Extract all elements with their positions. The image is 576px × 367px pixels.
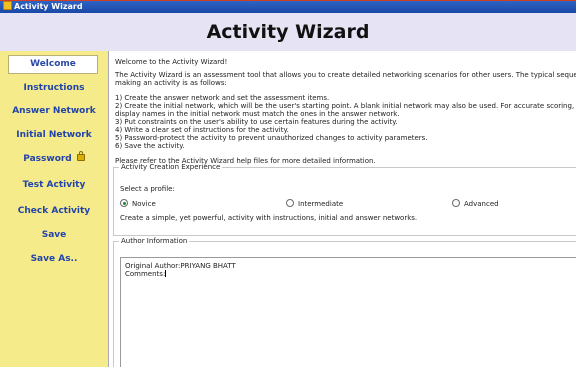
sidebar-item-label: Initial Network bbox=[16, 130, 92, 140]
step-text: display names in the initial network mus… bbox=[115, 110, 400, 118]
sidebar-item-welcome[interactable]: Welcome bbox=[8, 55, 98, 74]
comments-line: Comments: bbox=[125, 270, 167, 278]
sidebar-item-answer-network[interactable]: Answer Network bbox=[2, 103, 106, 120]
welcome-greeting: Welcome to the Activity Wizard! bbox=[115, 58, 228, 66]
sidebar-item-initial-network[interactable]: Initial Network bbox=[2, 127, 106, 144]
sidebar: Welcome Instructions Answer Network Init… bbox=[0, 51, 108, 367]
radio-advanced[interactable]: Advanced bbox=[452, 199, 499, 208]
comments-label: Comments: bbox=[125, 270, 166, 278]
page-title: Activity Wizard bbox=[206, 21, 370, 43]
intro-text: making an activity is as follows: bbox=[115, 79, 227, 87]
experience-group: Activity Creation Experience Select a pr… bbox=[113, 163, 576, 236]
sidebar-item-password[interactable]: Password bbox=[2, 151, 106, 168]
sidebar-item-instructions[interactable]: Instructions bbox=[2, 80, 106, 97]
radio-selected-icon bbox=[120, 199, 128, 207]
text-cursor bbox=[165, 270, 167, 277]
step-text: 4) Write a clear set of instructions for… bbox=[115, 126, 289, 134]
window-title-bar[interactable]: Activity Wizard bbox=[0, 1, 576, 13]
sidebar-item-save-as[interactable]: Save As.. bbox=[2, 251, 106, 268]
profile-description: Create a simple, yet powerful, activity … bbox=[120, 214, 418, 222]
step-text: 1) Create the answer network and set the… bbox=[115, 94, 330, 102]
radio-novice[interactable]: Novice bbox=[120, 199, 156, 208]
radio-icon bbox=[286, 199, 294, 207]
author-legend: Author Information bbox=[121, 237, 188, 245]
sidebar-item-label: Welcome bbox=[30, 59, 76, 69]
step-text: 3) Put constraints on the user's ability… bbox=[115, 118, 398, 126]
sidebar-item-label: Save bbox=[41, 230, 67, 240]
step-text: 5) Password-protect the activity to prev… bbox=[115, 134, 428, 142]
sidebar-item-test-activity[interactable]: Test Activity bbox=[2, 177, 106, 194]
step-text: 6) Save the activity. bbox=[115, 142, 185, 150]
sidebar-item-label: Check Activity bbox=[17, 206, 91, 216]
radio-label: Intermediate bbox=[298, 200, 344, 208]
app-icon bbox=[3, 1, 12, 10]
sidebar-item-label: Answer Network bbox=[12, 106, 96, 116]
sidebar-item-label: Save As.. bbox=[30, 254, 78, 264]
original-author: Original Author:PRIYANG BHATT bbox=[125, 262, 236, 270]
radio-intermediate[interactable]: Intermediate bbox=[286, 199, 343, 208]
author-text-area[interactable]: Original Author:PRIYANG BHATT Comments: bbox=[120, 257, 576, 367]
radio-label: Advanced bbox=[464, 200, 499, 208]
author-group: Author Information Original Author:PRIYA… bbox=[113, 237, 576, 367]
sidebar-item-label: Test Activity bbox=[22, 180, 86, 190]
lock-icon bbox=[76, 151, 85, 161]
sidebar-item-label: Instructions bbox=[23, 83, 85, 93]
profile-prompt: Select a profile: bbox=[120, 185, 175, 193]
intro-text: The Activity Wizard is an assessment too… bbox=[115, 71, 576, 79]
sidebar-item-label: Password bbox=[23, 154, 72, 164]
welcome-panel: Welcome to the Activity Wizard! The Acti… bbox=[108, 51, 576, 367]
radio-label: Novice bbox=[132, 200, 156, 208]
window-title: Activity Wizard bbox=[14, 2, 83, 11]
sidebar-item-check-activity[interactable]: Check Activity bbox=[2, 203, 106, 220]
wizard-header: Activity Wizard bbox=[0, 13, 576, 51]
radio-icon bbox=[452, 199, 460, 207]
experience-legend: Activity Creation Experience bbox=[121, 163, 221, 171]
step-text: 2) Create the initial network, which wil… bbox=[115, 102, 576, 110]
sidebar-item-save[interactable]: Save bbox=[2, 227, 106, 244]
